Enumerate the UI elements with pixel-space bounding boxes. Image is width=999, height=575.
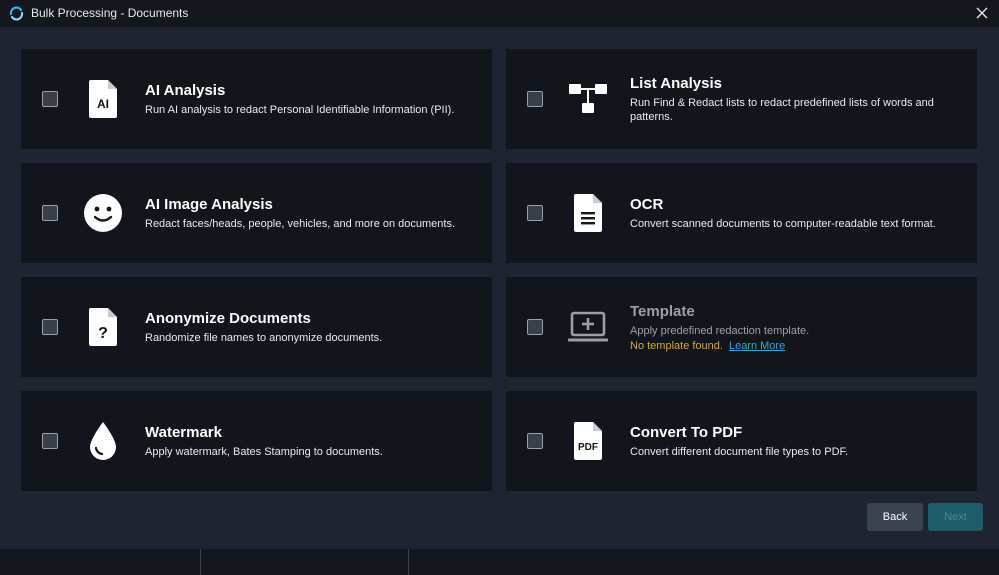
watermark-checkbox[interactable] (42, 433, 58, 449)
no-template-warning: No template found. (630, 339, 723, 352)
option-card-list-analysis[interactable]: List Analysis Run Find & Redact lists to… (506, 49, 977, 149)
card-title: AI Analysis (145, 81, 226, 99)
card-title: Anonymize Documents (145, 309, 311, 327)
card-description: Run Find & Redact lists to redact predef… (630, 96, 934, 123)
option-card-ai-image-analysis[interactable]: AI Image Analysis Redact faces/heads, pe… (21, 163, 492, 263)
card-description: Apply predefined redaction template. (630, 324, 810, 337)
card-description: Redact faces/heads, people, vehicles, an… (145, 217, 456, 230)
card-description: Randomize file names to anonymize docume… (145, 331, 383, 344)
option-card-ocr[interactable]: OCR Convert scanned documents to compute… (506, 163, 977, 263)
card-description: Apply watermark, Bates Stamping to docum… (145, 445, 383, 458)
learn-more-link[interactable]: Learn More (729, 340, 785, 352)
close-button[interactable] (973, 4, 991, 22)
ai-analysis-checkbox[interactable] (42, 91, 58, 107)
card-title: Watermark (145, 423, 222, 441)
card-title: List Analysis (630, 74, 722, 92)
app-logo-icon (9, 6, 24, 21)
question-document-icon: ? (83, 307, 123, 347)
back-button[interactable]: Back (867, 503, 923, 531)
smiley-face-icon (83, 193, 123, 233)
option-card-ai-analysis[interactable]: AI AI Analysis Run AI analysis to redact… (21, 49, 492, 149)
card-title: AI Image Analysis (145, 195, 273, 213)
ai-icon-label: AI (97, 97, 109, 111)
card-title: Convert To PDF (630, 423, 743, 441)
question-icon-label: ? (98, 325, 108, 342)
card-description: Convert different document file types to… (630, 445, 849, 458)
option-card-anonymize-documents[interactable]: ? Anonymize Documents Randomize file nam… (21, 277, 492, 377)
processing-options-grid: AI AI Analysis Run AI analysis to redact… (21, 49, 977, 491)
ocr-checkbox[interactable] (527, 205, 543, 221)
window-title: Bulk Processing - Documents (31, 6, 189, 20)
next-button[interactable]: Next (928, 503, 983, 531)
close-icon (976, 7, 988, 19)
anonymize-documents-checkbox[interactable] (42, 319, 58, 335)
convert-to-pdf-checkbox[interactable] (527, 433, 543, 449)
option-card-convert-to-pdf[interactable]: PDF Convert To PDF Convert different doc… (506, 391, 977, 491)
water-drop-icon (83, 421, 123, 461)
card-title: OCR (630, 195, 664, 213)
template-checkbox[interactable] (527, 319, 543, 335)
text-document-icon (568, 193, 608, 233)
template-warning-line: No template found. Learn More (630, 340, 957, 352)
bottom-bar (0, 549, 999, 575)
pdf-document-icon: PDF (568, 421, 608, 461)
option-card-watermark[interactable]: Watermark Apply watermark, Bates Stampin… (21, 391, 492, 491)
option-card-template[interactable]: Template Apply predefined redaction temp… (506, 277, 977, 377)
bottom-bar-divider (200, 549, 201, 575)
ai-document-icon: AI (83, 79, 123, 119)
card-description: Run AI analysis to redact Personal Ident… (145, 103, 455, 116)
card-description: Convert scanned documents to computer-re… (630, 217, 936, 230)
title-bar: Bulk Processing - Documents (0, 0, 999, 27)
bottom-bar-divider (408, 549, 409, 575)
list-analysis-checkbox[interactable] (527, 91, 543, 107)
ai-image-analysis-checkbox[interactable] (42, 205, 58, 221)
pdf-icon-label: PDF (578, 442, 598, 453)
laptop-add-icon (568, 307, 608, 347)
flowchart-icon (568, 79, 608, 119)
card-title: Template (630, 302, 695, 320)
